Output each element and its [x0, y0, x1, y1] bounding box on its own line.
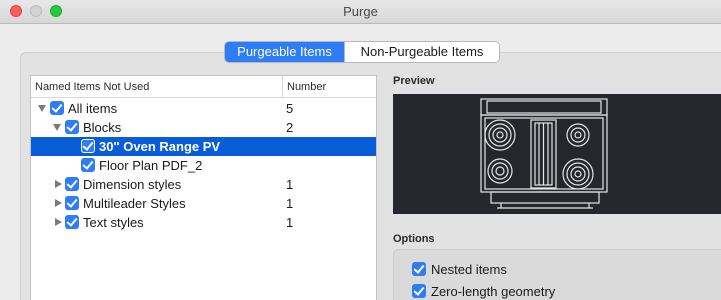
disclosure-closed-icon[interactable]	[55, 180, 62, 188]
row-label: Multileader Styles	[83, 196, 186, 211]
tree-row-multileader-styles[interactable]: Multileader Styles 1	[31, 194, 376, 213]
row-number: 2	[286, 120, 294, 135]
tree-row-dimension-styles[interactable]: Dimension styles 1	[31, 175, 376, 194]
named-items-tree: Named Items Not Used Number All items 5 …	[30, 75, 377, 300]
options-panel: Nested items Zero-length geometry	[393, 249, 721, 300]
row-number: 1	[286, 196, 294, 211]
tab-purgeable-items[interactable]: Purgeable Items	[225, 42, 344, 62]
tab-non-purgeable-items[interactable]: Non-Purgeable Items	[344, 42, 499, 62]
tree-row-oven-range[interactable]: 30'' Oven Range PV	[31, 137, 376, 156]
column-header-number[interactable]: Number	[287, 81, 326, 93]
checkbox-nested-items[interactable]	[412, 262, 426, 276]
checkbox-all-items[interactable]	[50, 101, 64, 115]
checkbox-oven-range[interactable]	[81, 139, 95, 153]
tree-header: Named Items Not Used Number	[31, 76, 376, 98]
row-label: Blocks	[83, 120, 122, 135]
disclosure-closed-icon[interactable]	[55, 199, 62, 207]
tree-row-floor-plan[interactable]: Floor Plan PDF_2	[31, 156, 376, 175]
row-label: 30'' Oven Range PV	[99, 139, 221, 154]
checkbox-floor-plan[interactable]	[81, 158, 95, 172]
preview-heading: Preview	[393, 75, 435, 87]
tree-row-blocks[interactable]: Blocks 2	[31, 118, 376, 137]
checkbox-dimension-styles[interactable]	[65, 177, 79, 191]
title-bar: Purge	[0, 0, 721, 24]
tree-row-all-items[interactable]: All items 5	[31, 99, 376, 118]
column-divider[interactable]	[282, 76, 283, 98]
tree-row-text-styles[interactable]: Text styles 1	[31, 213, 376, 232]
segmented-tabs: Purgeable Items Non-Purgeable Items	[224, 41, 500, 63]
row-label: Dimension styles	[83, 177, 182, 192]
row-number: 5	[286, 101, 294, 116]
row-label: All items	[68, 101, 118, 116]
disclosure-open-icon[interactable]	[53, 124, 61, 131]
disclosure-closed-icon[interactable]	[55, 218, 62, 226]
row-label: Text styles	[83, 215, 144, 230]
window-title: Purge	[343, 4, 378, 19]
oven-range-drawing-icon	[480, 98, 608, 209]
checkbox-multileader-styles[interactable]	[65, 196, 79, 210]
options-heading: Options	[393, 233, 435, 245]
checkbox-zero-length-geometry[interactable]	[412, 284, 426, 298]
disclosure-open-icon[interactable]	[38, 105, 46, 112]
column-header-name[interactable]: Named Items Not Used	[35, 81, 149, 93]
option-label: Nested items	[431, 262, 507, 277]
option-label: Zero-length geometry	[431, 284, 556, 299]
row-number: 1	[286, 215, 294, 230]
checkbox-text-styles[interactable]	[65, 215, 79, 229]
checkbox-blocks[interactable]	[65, 120, 79, 134]
row-number: 1	[286, 177, 294, 192]
block-preview	[393, 94, 721, 214]
row-label: Floor Plan PDF_2	[99, 158, 203, 173]
